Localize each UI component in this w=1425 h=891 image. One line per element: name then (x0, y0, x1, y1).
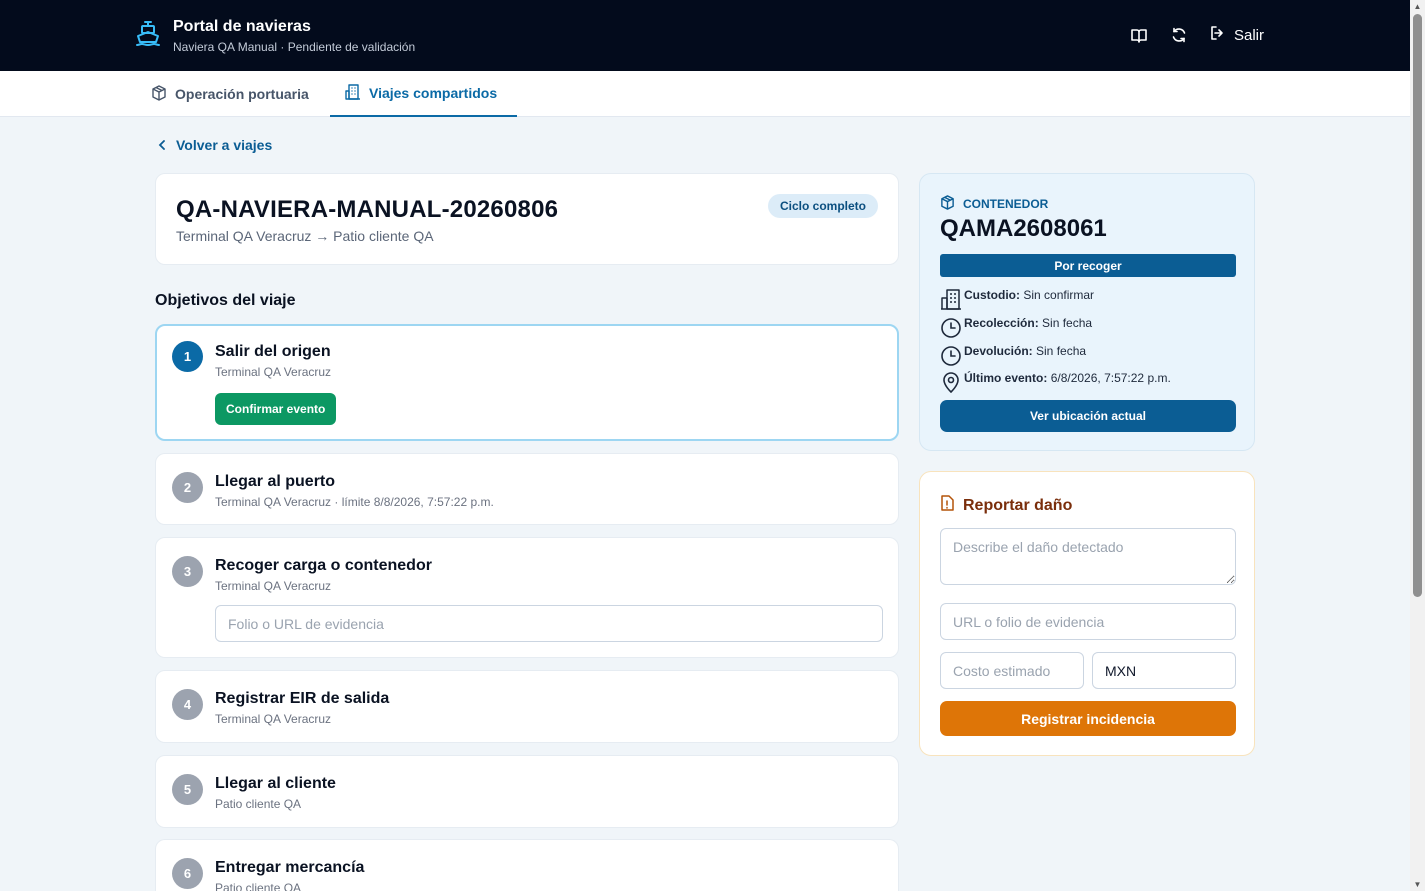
damage-description-field[interactable] (940, 528, 1236, 585)
map-pin-icon (940, 371, 962, 394)
trip-header-card: QA-NAVIERA-MANUAL-20260806 Terminal QA V… (155, 173, 899, 265)
tab-bar: Operación portuaria Viajes compartidos (0, 71, 1410, 117)
box-icon (940, 195, 955, 213)
step-title: Llegar al puerto (215, 473, 336, 490)
return-row: Devolución: Sin fecha (940, 344, 1086, 366)
app-subtitle: Naviera QA Manual · Pendiente de validac… (173, 40, 416, 54)
step-card-1: 1 Salir del origen Terminal QA Veracruz … (155, 324, 899, 441)
step-number: 1 (172, 341, 203, 372)
step-number: 4 (172, 689, 203, 720)
tab-port-operation[interactable]: Operación portuaria (151, 71, 309, 117)
book-icon[interactable] (1130, 26, 1148, 44)
app-title: Portal de navieras (173, 18, 311, 35)
tab-label: Operación portuaria (175, 86, 309, 102)
register-incident-button[interactable]: Registrar incidencia (940, 701, 1236, 736)
logout-label: Salir (1233, 26, 1264, 44)
step-card-4: 4 Registrar EIR de salida Terminal QA Ve… (155, 670, 899, 743)
refresh-icon[interactable] (1170, 26, 1188, 44)
step-location: Terminal QA Veracruz (215, 365, 332, 379)
chevron-left-icon (158, 137, 166, 153)
page-scrollbar[interactable]: ▲ ▼ (1410, 0, 1425, 891)
building-icon (345, 83, 361, 103)
clock-icon (940, 316, 962, 338)
logout-button[interactable]: Salir (1210, 25, 1264, 45)
estimated-cost-field[interactable] (940, 652, 1084, 689)
step-number: 6 (172, 858, 203, 889)
brand[interactable]: Portal de navieras Naviera QA Manual · P… (135, 17, 415, 55)
container-status: Por recoger (940, 254, 1236, 277)
trip-code: QA-NAVIERA-MANUAL-20260806 (176, 196, 559, 223)
custody-row: Custodio: Sin confirmar (940, 288, 1094, 310)
confirm-event-button[interactable]: Confirmar evento (215, 393, 337, 425)
status-badge: Ciclo completo (767, 194, 878, 218)
step-title: Llegar al cliente (215, 775, 336, 792)
last-event-row: Último evento: 6/8/2026, 7:57:22 p.m. (940, 371, 1171, 394)
step-title: Recoger carga o contenedor (215, 557, 432, 574)
step-title: Salir del origen (215, 343, 331, 360)
ship-icon (135, 17, 161, 49)
scroll-thumb[interactable] (1413, 14, 1422, 597)
logout-icon (1210, 25, 1226, 45)
step-card-3: 3 Recoger carga o contenedor Terminal QA… (155, 537, 899, 658)
tab-shared-trips[interactable]: Viajes compartidos (330, 71, 517, 117)
scroll-down-icon[interactable]: ▼ (1413, 880, 1422, 889)
view-location-button[interactable]: Ver ubicación actual (940, 400, 1236, 432)
objectives-title: Objetivos del viaje (155, 292, 296, 309)
step-location: Terminal QA Veracruz (215, 579, 332, 593)
step-title: Registrar EIR de salida (215, 690, 390, 707)
step-card-6: 6 Entregar mercancía Patio cliente QA (155, 839, 899, 891)
step-location: Terminal QA Veracruz (215, 712, 332, 726)
alert-icon (940, 495, 954, 516)
back-label: Volver a viajes (176, 137, 273, 153)
step-location: Terminal QA Veracruz · límite 8/8/2026, … (215, 495, 494, 509)
building-icon (940, 288, 962, 310)
box-icon (151, 84, 167, 104)
step-number: 2 (172, 472, 203, 503)
step-card-5: 5 Llegar al cliente Patio cliente QA (155, 755, 899, 828)
evidence-input[interactable] (215, 605, 883, 642)
container-card: CONTENEDOR QAMA2608061 Por recoger Custo… (919, 173, 1255, 451)
pickup-row: Recolección: Sin fecha (940, 316, 1092, 338)
report-damage-card: Reportar daño Registrar incidencia (919, 471, 1255, 756)
report-damage-title: Reportar daño (940, 495, 1072, 516)
currency-field[interactable] (1092, 652, 1236, 689)
clock-icon (940, 344, 962, 366)
tab-label: Viajes compartidos (369, 85, 498, 101)
step-card-2: 2 Llegar al puerto Terminal QA Veracruz … (155, 453, 899, 525)
top-navbar: Portal de navieras Naviera QA Manual · P… (0, 0, 1410, 71)
container-label: CONTENEDOR (940, 195, 1048, 213)
step-location: Patio cliente QA (215, 881, 302, 891)
scroll-up-icon[interactable]: ▲ (1413, 2, 1422, 11)
step-number: 3 (172, 556, 203, 587)
step-title: Entregar mercancía (215, 859, 365, 876)
back-to-trips-link[interactable]: Volver a viajes (158, 137, 272, 153)
trip-route: Terminal QA Veracruz → Patio cliente QA (176, 228, 434, 244)
container-code: QAMA2608061 (940, 215, 1107, 242)
step-number: 5 (172, 774, 203, 805)
damage-evidence-field[interactable] (940, 603, 1236, 640)
step-location: Patio cliente QA (215, 797, 302, 811)
